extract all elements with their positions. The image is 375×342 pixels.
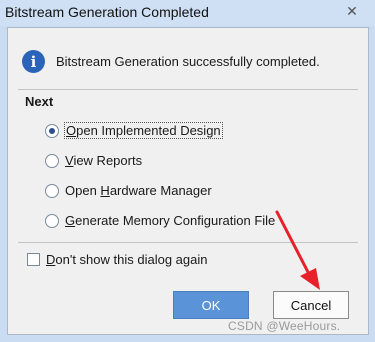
checkbox[interactable] bbox=[27, 253, 40, 266]
ok-button[interactable]: OK bbox=[173, 291, 249, 319]
title-bar: Bitstream Generation Completed ✕ bbox=[0, 0, 375, 26]
divider bbox=[18, 89, 358, 90]
dialog-body: i Bitstream Generation successfully comp… bbox=[7, 27, 369, 335]
radio-open-hardware-manager[interactable]: Open Hardware Manager bbox=[45, 183, 212, 198]
radio-generate-memory-config[interactable]: Generate Memory Configuration File bbox=[45, 213, 275, 228]
radio-label: Open Implemented Design bbox=[64, 122, 223, 139]
checkbox-label: Don't show this dialog again bbox=[46, 252, 208, 267]
close-button[interactable]: ✕ bbox=[338, 2, 366, 20]
message-row: i Bitstream Generation successfully comp… bbox=[22, 50, 320, 73]
cancel-button[interactable]: Cancel bbox=[273, 291, 349, 319]
radio-label: View Reports bbox=[65, 153, 143, 168]
divider bbox=[18, 242, 358, 243]
radio-view-reports[interactable]: View Reports bbox=[45, 153, 142, 168]
info-icon: i bbox=[22, 50, 45, 73]
radio-button[interactable] bbox=[45, 153, 59, 168]
radio-button[interactable] bbox=[45, 123, 59, 138]
radio-button[interactable] bbox=[45, 213, 59, 228]
next-heading: Next bbox=[25, 94, 54, 109]
radio-selected-dot bbox=[49, 127, 55, 134]
watermark: CSDN @WeeHours. bbox=[228, 319, 341, 333]
radio-open-implemented-design[interactable]: Open Implemented Design bbox=[45, 122, 223, 139]
radio-label: Generate Memory Configuration File bbox=[65, 213, 276, 228]
radio-label: Open Hardware Manager bbox=[65, 183, 212, 198]
close-icon: ✕ bbox=[346, 2, 358, 19]
dont-show-again-checkbox[interactable]: Don't show this dialog again bbox=[27, 252, 207, 267]
message-text: Bitstream Generation successfully comple… bbox=[56, 54, 320, 69]
window-title: Bitstream Generation Completed bbox=[5, 4, 209, 20]
radio-button[interactable] bbox=[45, 183, 59, 198]
